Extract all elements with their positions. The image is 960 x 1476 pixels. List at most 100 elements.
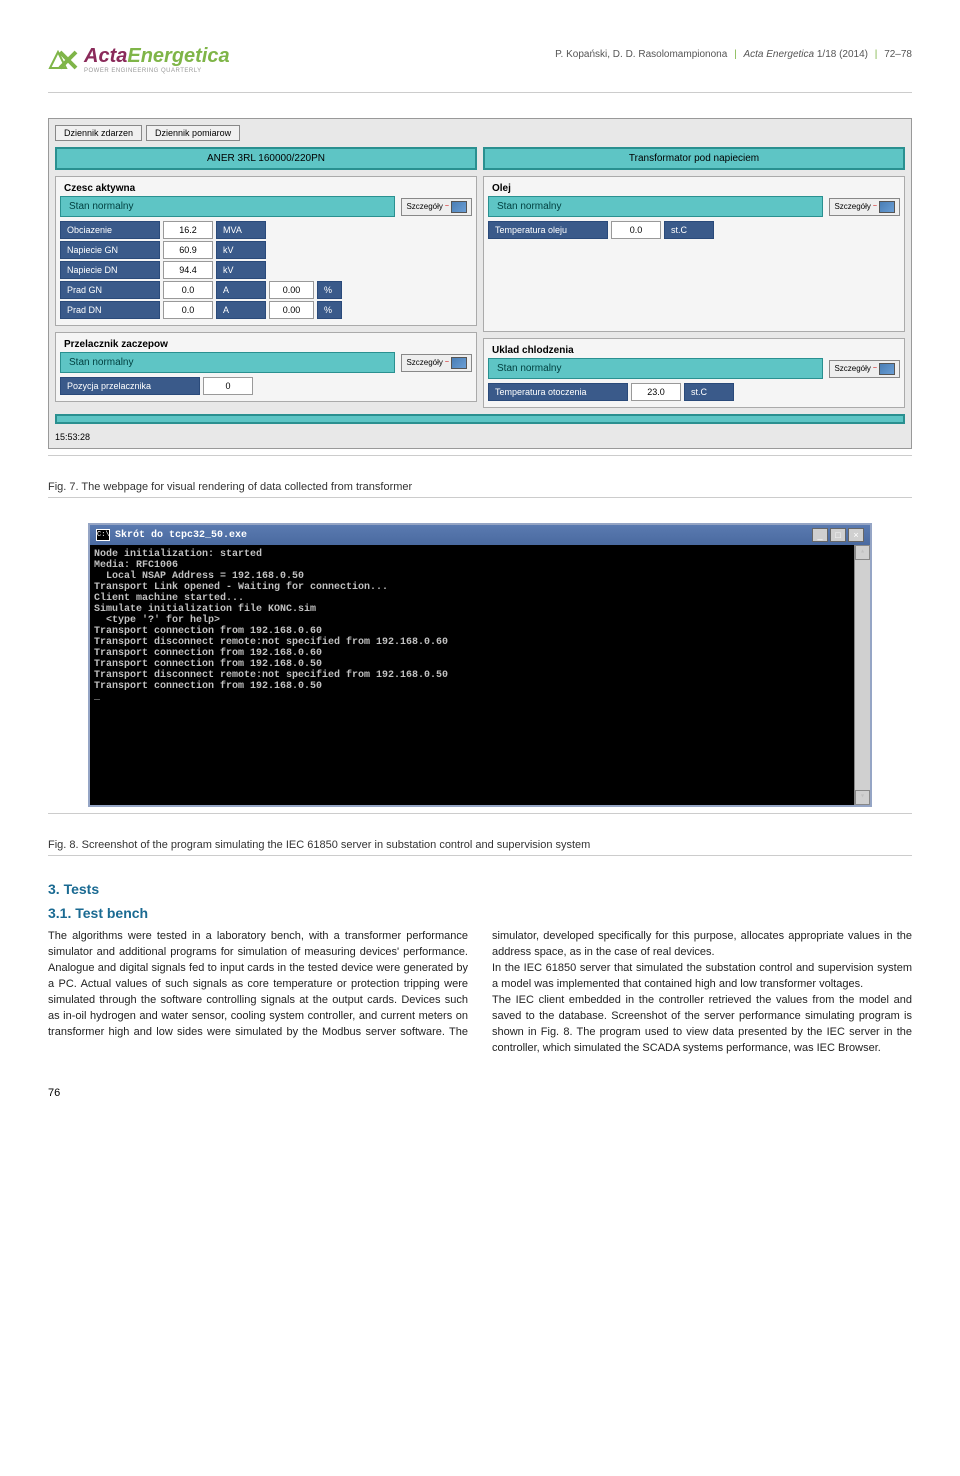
chart-icon — [879, 201, 895, 213]
body-paragraph: The IEC client embedded in the controlle… — [492, 993, 912, 1057]
citation-separator-icon: | — [875, 49, 878, 60]
field-label: Prad DN — [60, 301, 160, 319]
journal-logo: ActaEnergetica POWER ENGINEERING QUARTER… — [48, 45, 230, 74]
citation-journal: Acta Energetica — [743, 49, 814, 60]
logo-text-energetica: Energetica — [127, 45, 229, 67]
cmd-icon: C:\ — [96, 529, 110, 541]
panel-title: Olej — [488, 181, 900, 196]
divider — [48, 813, 912, 814]
field-unit: kV — [216, 241, 266, 259]
window-title: Skrót do tcpc32_50.exe — [115, 530, 247, 541]
figure-7-caption: Fig. 7. The webpage for visual rendering… — [48, 481, 912, 493]
divider — [48, 855, 912, 856]
panel-tap-changer: Przelacznik zaczepow Stan normalny Szcze… — [55, 332, 477, 402]
panel-active-part: Czesc aktywna Stan normalny Szczegóły~ O… — [55, 176, 477, 326]
chart-icon — [451, 201, 467, 213]
citation-issue: 1/18 (2014) — [817, 49, 868, 60]
field-value: 0.0 — [611, 221, 661, 239]
field-label: Prad GN — [60, 281, 160, 299]
timestamp: 15:53:28 — [55, 432, 905, 442]
chart-icon — [451, 357, 467, 369]
divider — [48, 497, 912, 498]
data-row: Prad DN0.0A0.00% — [60, 301, 472, 319]
field-value: 23.0 — [631, 383, 681, 401]
status-badge: Stan normalny — [488, 196, 823, 217]
section-heading-tests: 3. Tests — [48, 881, 912, 897]
scroll-up-icon[interactable]: ▴ — [855, 545, 870, 560]
field-unit: st.C — [664, 221, 714, 239]
panel-oil: Olej Stan normalny Szczegóły~ Temperatur… — [483, 176, 905, 332]
field-label: Napiecie GN — [60, 241, 160, 259]
field-unit: st.C — [684, 383, 734, 401]
field-value: 94.4 — [163, 261, 213, 279]
window-titlebar: C:\ Skrót do tcpc32_50.exe _ □ × — [90, 525, 870, 545]
field-unit: A — [216, 301, 266, 319]
status-badge: Stan normalny — [488, 358, 823, 379]
status-badge: Stan normalny — [60, 196, 395, 217]
footer-bar — [55, 414, 905, 424]
field-label: Obciazenie — [60, 221, 160, 239]
header-status: Transformator pod napieciem — [483, 147, 905, 170]
logo-subtitle: POWER ENGINEERING QUARTERLY — [84, 68, 230, 74]
field-unit: kV — [216, 261, 266, 279]
figure-8-caption: Fig. 8. Screenshot of the program simula… — [48, 839, 912, 851]
panel-title: Przelacznik zaczepow — [60, 337, 472, 352]
body-text: The algorithms were tested in a laborato… — [48, 929, 912, 1057]
scroll-down-icon[interactable]: ▾ — [855, 790, 870, 805]
panel-cooling: Uklad chlodzenia Stan normalny Szczegóły… — [483, 338, 905, 408]
field-label: Pozycja przelacznika — [60, 377, 200, 395]
tab-events[interactable]: Dziennik zdarzen — [55, 125, 142, 141]
figure-8-terminal: C:\ Skrót do tcpc32_50.exe _ □ × Node in… — [88, 523, 872, 807]
panel-title: Czesc aktywna — [60, 181, 472, 196]
header-divider — [48, 92, 912, 93]
body-paragraph: In the IEC 61850 server that simulated t… — [492, 961, 912, 993]
citation-authors: P. Kopański, D. D. Rasolomampionona — [555, 49, 727, 60]
status-badge: Stan normalny — [60, 352, 395, 373]
wave-icon: ~ — [445, 359, 449, 366]
data-row: Napiecie DN94.4kV — [60, 261, 472, 279]
scrollbar[interactable]: ▴▾ — [854, 545, 870, 805]
page-number: 76 — [48, 1087, 912, 1099]
field-unit: A — [216, 281, 266, 299]
field-unit-2: % — [317, 301, 342, 319]
section-heading-testbench: 3.1. Test bench — [48, 905, 912, 921]
field-label: Temperatura otoczenia — [488, 383, 628, 401]
field-unit: MVA — [216, 221, 266, 239]
field-value: 0 — [203, 377, 253, 395]
details-button[interactable]: Szczegóły~ — [401, 198, 472, 216]
chart-icon — [879, 363, 895, 375]
terminal-output: Node initialization: started Media: RFC1… — [90, 545, 870, 805]
citation-pages: 72–78 — [884, 49, 912, 60]
field-value-2: 0.00 — [269, 301, 314, 319]
citation-separator-icon: | — [734, 49, 737, 60]
citation: P. Kopański, D. D. Rasolomampionona | Ac… — [555, 45, 912, 60]
field-label: Temperatura oleju — [488, 221, 608, 239]
field-value: 0.0 — [163, 281, 213, 299]
close-button[interactable]: × — [848, 528, 864, 542]
logo-text-acta: Acta — [84, 45, 127, 67]
panel-title: Uklad chlodzenia — [488, 343, 900, 358]
field-label: Napiecie DN — [60, 261, 160, 279]
figure-7-ui: Dziennik zdarzen Dziennik pomiarow ANER … — [48, 118, 912, 449]
data-row: Prad GN0.0A0.00% — [60, 281, 472, 299]
field-unit-2: % — [317, 281, 342, 299]
field-value: 0.0 — [163, 301, 213, 319]
details-button[interactable]: Szczegóły~ — [829, 198, 900, 216]
data-row: Napiecie GN60.9kV — [60, 241, 472, 259]
details-button[interactable]: Szczegóły~ — [401, 354, 472, 372]
maximize-button[interactable]: □ — [830, 528, 846, 542]
divider — [48, 455, 912, 456]
field-value-2: 0.00 — [269, 281, 314, 299]
wave-icon: ~ — [873, 203, 877, 210]
field-value: 60.9 — [163, 241, 213, 259]
field-value: 16.2 — [163, 221, 213, 239]
minimize-button[interactable]: _ — [812, 528, 828, 542]
header-model: ANER 3RL 160000/220PN — [55, 147, 477, 170]
wave-icon: ~ — [445, 203, 449, 210]
data-row: Obciazenie16.2MVA — [60, 221, 472, 239]
wave-icon: ~ — [873, 365, 877, 372]
tab-measurements[interactable]: Dziennik pomiarow — [146, 125, 240, 141]
details-button[interactable]: Szczegóły~ — [829, 360, 900, 378]
body-paragraph: The algorithms were tested in a laborato… — [48, 930, 468, 1038]
page-header: ActaEnergetica POWER ENGINEERING QUARTER… — [48, 45, 912, 74]
